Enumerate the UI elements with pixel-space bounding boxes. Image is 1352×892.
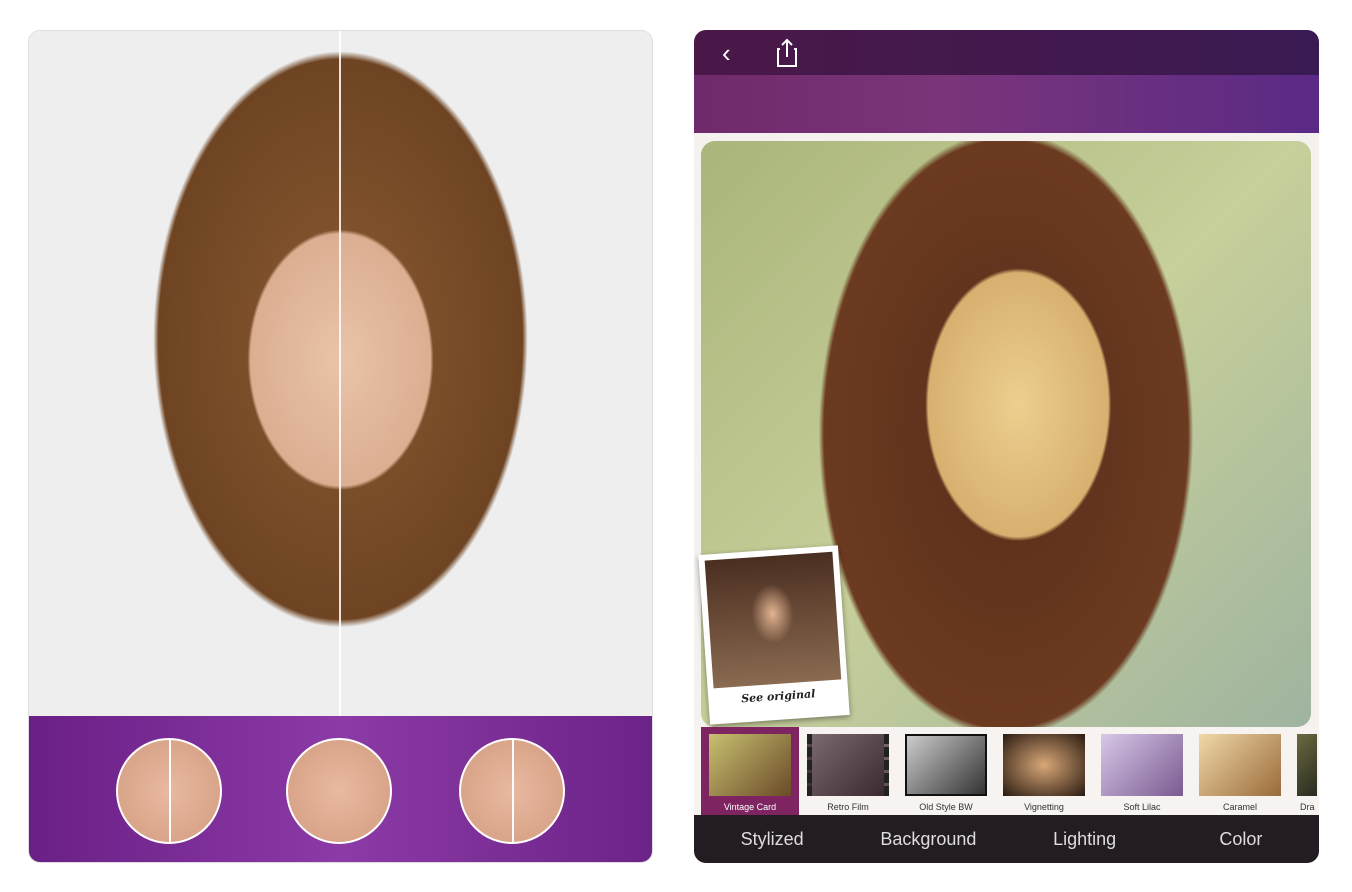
tab-lighting[interactable]: Lighting <box>1007 815 1163 863</box>
filter-label: Old Style BW <box>919 802 973 812</box>
closeup-band <box>29 716 652 862</box>
see-original-label: See original <box>740 687 816 706</box>
original-thumbnail <box>704 551 842 689</box>
skin-closeup <box>286 738 392 844</box>
chevron-left-icon[interactable]: ‹ <box>722 38 731 69</box>
header-banner <box>694 75 1319 133</box>
filter-retro-film[interactable]: Retro Film <box>799 727 897 815</box>
filter-partial[interactable]: Dra <box>1289 727 1317 815</box>
filter-vignetting[interactable]: Vignetting <box>995 727 1093 815</box>
filter-strip[interactable]: Vintage Card Retro Film Old Style BW Vig… <box>694 727 1319 815</box>
filter-vintage-card[interactable]: Vintage Card <box>701 727 799 815</box>
top-bar: ‹ <box>694 30 1319 75</box>
filter-label: Caramel <box>1222 802 1257 812</box>
see-original-button[interactable]: See original <box>698 545 850 725</box>
filter-old-style-bw[interactable]: Old Style BW <box>897 727 995 815</box>
comparison-slider[interactable] <box>339 31 341 716</box>
filter-label: Vignetting <box>1024 802 1064 812</box>
category-tabs: Stylized Background Lighting Color <box>694 815 1319 863</box>
tab-background[interactable]: Background <box>850 815 1006 863</box>
filter-caramel[interactable]: Caramel <box>1191 727 1289 815</box>
share-icon[interactable] <box>776 38 798 68</box>
filter-soft-lilac[interactable]: Soft Lilac <box>1093 727 1191 815</box>
before-after-panel <box>28 30 653 863</box>
photo-editor-panel: ‹ See original Vintage Card Retro Film O… <box>694 30 1319 863</box>
filter-label: Dra <box>1300 802 1315 812</box>
filter-label: Soft Lilac <box>1123 802 1161 812</box>
tab-color[interactable]: Color <box>1163 815 1319 863</box>
eye-closeup <box>459 738 565 844</box>
tab-stylized[interactable]: Stylized <box>694 815 850 863</box>
smile-closeup <box>116 738 222 844</box>
filter-label: Vintage Card <box>723 802 777 812</box>
filter-label: Retro Film <box>827 802 869 812</box>
